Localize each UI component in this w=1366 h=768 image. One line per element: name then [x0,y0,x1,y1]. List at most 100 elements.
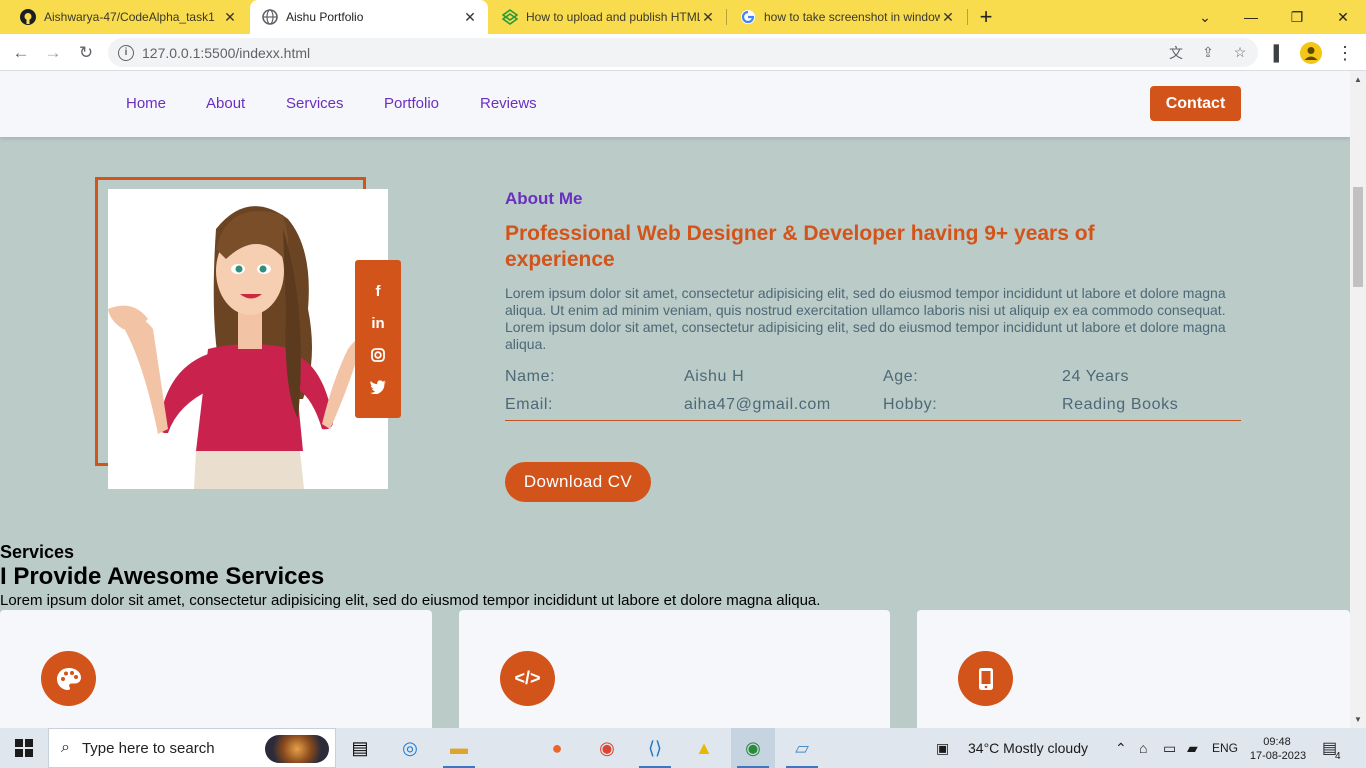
site-info-icon[interactable]: i [118,44,134,61]
tab-github[interactable]: Aishwarya-47/CodeAlpha_task1 ✕ [8,0,248,34]
file-explorer-icon[interactable]: ▬ [437,728,481,768]
search-icon: ⌕ [61,739,70,756]
network-icon[interactable]: ▭ [1163,728,1176,768]
social-links-bar: f in [355,260,401,418]
services-description: Lorem ipsum dolor sit amet, consectetur … [0,592,821,609]
mobile-icon [958,651,1013,706]
site-header: Home About Services Portfolio Reviews Co… [0,71,1350,137]
star-icon[interactable]: ☆ [1226,38,1254,67]
notes-app-icon[interactable]: ▱ [780,728,824,768]
notification-count: 4 [1335,750,1341,762]
restore-button[interactable]: ❐ [1274,0,1320,34]
tab-title: Aishu Portfolio [286,10,364,24]
chevron-down-icon[interactable]: ⌄ [1182,0,1228,34]
about-heading: Professional Web Designer & Developer ha… [505,222,1095,271]
github-icon [20,9,36,25]
name-label: Name: [505,368,556,385]
minimize-button[interactable]: — [1228,0,1274,34]
browser-toolbar: ← → ↻ i 127.0.0.1:5500/indexx.html 文 ⇪ ☆… [0,34,1366,71]
name-value: Aishu H [684,368,745,385]
about-content: About Me Professional Web Designer & Dev… [505,189,1241,421]
nav-services[interactable]: Services [286,95,344,112]
nav-portfolio[interactable]: Portfolio [384,95,439,112]
about-paragraph: Lorem ipsum dolor sit amet, consectetur … [505,319,1226,352]
profile-avatar-icon[interactable] [1298,40,1324,66]
service-card[interactable]: </> [459,610,890,728]
email-value: aiha47@gmail.com [684,396,831,413]
address-bar[interactable]: i 127.0.0.1:5500/indexx.html 文 ⇪ ☆ [108,38,1258,67]
taskbar-search[interactable]: ⌕ Type here to search [48,728,336,768]
firefox-icon[interactable]: ● [535,728,579,768]
scrollbar-thumb[interactable] [1353,187,1363,287]
scroll-down-icon[interactable]: ▼ [1354,715,1362,724]
weather-text[interactable]: 34°C Mostly cloudy [968,728,1088,768]
weather-icon[interactable]: ▣ [936,728,949,768]
tab-google[interactable]: how to take screenshot in windows ✕ [728,0,966,34]
nav-about[interactable]: About [206,95,245,112]
menu-icon[interactable]: ⋮ [1332,40,1358,66]
linkedin-icon[interactable]: in [355,311,401,335]
task-view-icon[interactable]: ▤ [338,728,382,768]
tab-title: How to upload and publish HTML [526,10,700,24]
globe-icon [262,9,278,25]
service-card[interactable] [917,610,1350,728]
search-placeholder: Type here to search [81,739,215,757]
warning-app-icon[interactable]: ▲ [682,728,726,768]
windows-start-icon[interactable] [0,728,48,768]
vscode-icon[interactable]: ⟨⟩ [633,728,677,768]
about-kicker: About Me [505,189,583,208]
scroll-up-icon[interactable]: ▲ [1354,75,1362,84]
tab-separator [726,9,727,25]
new-tab-button[interactable]: + [964,0,1008,34]
windows-taskbar: ⌕ Type here to search ▤ ◎ ▬ ● ◉ ⟨⟩ ▲ ◉ ▱… [0,728,1366,768]
about-paragraph: Lorem ipsum dolor sit amet, consectetur … [505,285,1226,318]
page-scrollbar[interactable]: ▲ ▼ [1350,71,1366,728]
code-icon: </> [500,651,555,706]
translate-icon[interactable]: 文 [1162,38,1190,67]
personal-info: Name: Aishu H Age: 24 Years Email: aiha4… [505,365,1241,421]
facebook-icon[interactable]: f [355,279,401,303]
age-value: 24 Years [1062,368,1130,385]
close-tab-icon[interactable]: ✕ [940,9,956,26]
service-card[interactable] [0,610,432,728]
clock-date[interactable]: 17-08-2023 [1248,736,1308,768]
about-section: f in About Me Professional Web Designer … [0,137,1350,537]
edge-icon[interactable]: ◎ [388,728,432,768]
tab-title: Aishwarya-47/CodeAlpha_task1 [44,10,215,24]
search-highlight-image [265,735,329,763]
side-panel-icon[interactable]: ▌ [1266,40,1292,66]
forward-icon[interactable]: → [40,40,66,66]
age-label: Age: [883,368,919,385]
nav-home[interactable]: Home [126,95,166,112]
hobby-label: Hobby: [883,396,938,413]
battery-icon[interactable]: ▰ [1187,728,1198,768]
close-window-button[interactable]: ✕ [1320,0,1366,34]
back-icon[interactable]: ← [8,40,34,66]
tray-chevron-icon[interactable]: ⌃ [1115,728,1127,768]
page-viewport: Home About Services Portfolio Reviews Co… [0,71,1350,728]
url-text[interactable]: 127.0.0.1:5500/indexx.html [142,45,310,61]
meet-icon[interactable]: ⌂ [1139,728,1147,768]
codepen-icon [502,9,518,25]
google-icon [740,9,756,25]
close-tab-icon[interactable]: ✕ [462,9,478,26]
services-title: Services [0,542,75,562]
chrome-profile-icon[interactable]: ◉ [731,728,775,768]
instagram-icon[interactable] [355,343,401,367]
download-cv-button[interactable]: Download CV [505,462,651,502]
profile-illustration [108,189,388,489]
hobby-value: Reading Books [1062,396,1179,413]
reload-icon[interactable]: ↻ [73,40,99,66]
palette-icon [41,651,96,706]
share-icon[interactable]: ⇪ [1194,38,1222,67]
tab-codepen[interactable]: How to upload and publish HTML ✕ [490,0,726,34]
tab-aishu-portfolio[interactable]: Aishu Portfolio ✕ [250,0,488,34]
language-indicator[interactable]: ENG [1212,728,1238,768]
contact-button[interactable]: Contact [1150,86,1241,121]
chrome-icon[interactable]: ◉ [585,728,629,768]
tab-title: how to take screenshot in windows [764,10,940,24]
twitter-icon[interactable] [355,375,401,399]
close-tab-icon[interactable]: ✕ [700,9,716,26]
nav-reviews[interactable]: Reviews [480,95,537,112]
close-tab-icon[interactable]: ✕ [222,9,238,26]
